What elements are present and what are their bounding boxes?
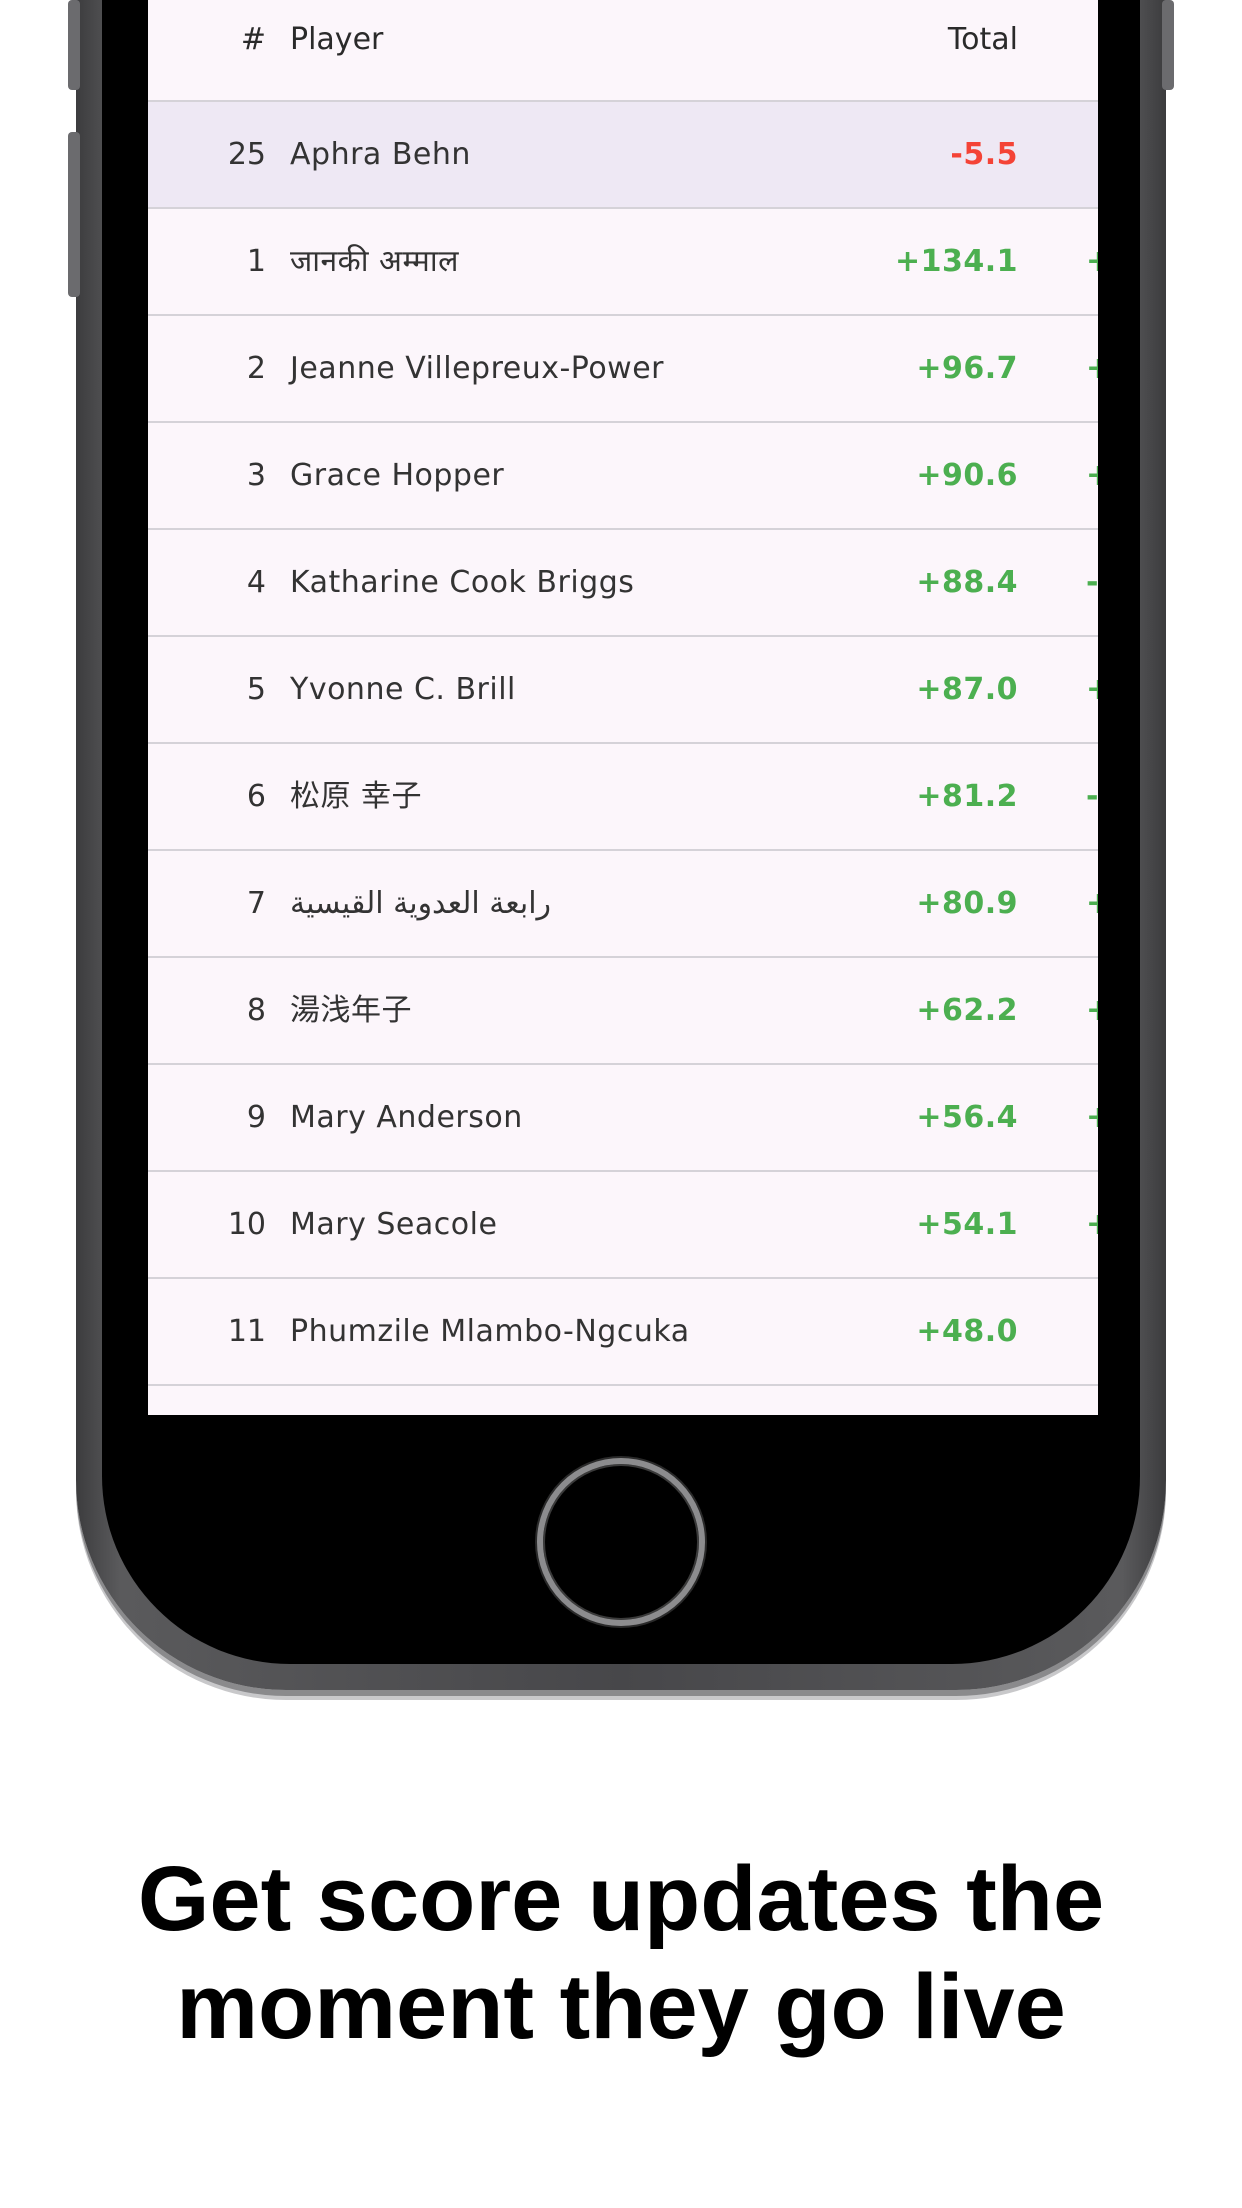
table-row[interactable]: 3 Grace Hopper +90.6 +: [148, 423, 1098, 530]
row-total: +80.9: [916, 886, 1018, 921]
row-next-column-clipped: +: [1086, 670, 1098, 710]
row-total: +54.1: [916, 1207, 1018, 1242]
row-total: +81.2: [916, 779, 1018, 814]
tagline-line-2: moment they go live: [176, 1956, 1066, 2058]
table-header: # Player Total: [148, 0, 1098, 102]
table-row[interactable]: 10 Mary Seacole +54.1 +: [148, 1172, 1098, 1279]
tagline-line-1: Get score updates the: [137, 1848, 1105, 1950]
row-total: +87.0: [916, 672, 1018, 707]
app-screen: # Player Total 25 Aphra Behn -5.5 1 जानकी…: [148, 0, 1098, 1415]
row-rank: 7: [246, 886, 266, 921]
row-player-name: जानकी अम्माल: [290, 244, 459, 279]
row-rank: 2: [246, 351, 266, 386]
table-row[interactable]: 7 رابعة العدوية القيسية +80.9 +: [148, 851, 1098, 958]
volume-up-button: [68, 0, 80, 90]
row-rank: 1: [246, 244, 266, 279]
row-rank: 25: [227, 137, 266, 172]
row-player-name: Katharine Cook Briggs: [290, 565, 635, 600]
row-rank: 6: [246, 779, 266, 814]
row-player-name: Aphra Behn: [290, 137, 471, 172]
power-button: [1162, 0, 1174, 90]
row-total: +48.0: [916, 1314, 1018, 1349]
header-total: Total: [947, 22, 1018, 57]
row-player-name: رابعة العدوية القيسية: [290, 886, 552, 921]
row-total: +88.4: [916, 565, 1018, 600]
row-player-name: Mary Anderson: [290, 1100, 523, 1135]
table-row[interactable]: 11 Phumzile Mlambo-Ngcuka +48.0: [148, 1279, 1098, 1386]
row-rank: 8: [246, 993, 266, 1028]
row-rank: 9: [246, 1100, 266, 1135]
row-next-column-clipped: +: [1086, 991, 1098, 1031]
row-next-column-clipped: +: [1086, 242, 1098, 282]
row-player-name: Yvonne C. Brill: [290, 672, 516, 707]
volume-down-button: [68, 132, 80, 297]
row-player-name: Phumzile Mlambo-Ngcuka: [290, 1314, 690, 1349]
row-next-column-clipped: +: [1086, 349, 1098, 389]
row-rank: 5: [246, 672, 266, 707]
table-row[interactable]: 1 जानकी अम्माल +134.1 +: [148, 209, 1098, 316]
table-row-current-user[interactable]: 25 Aphra Behn -5.5: [148, 102, 1098, 209]
row-player-name: Jeanne Villepreux-Power: [290, 351, 665, 386]
row-total: +56.4: [916, 1100, 1018, 1135]
table-row[interactable]: 8 湯浅年子 +62.2 +: [148, 958, 1098, 1065]
table-row[interactable]: 5 Yvonne C. Brill +87.0 +: [148, 637, 1098, 744]
row-next-column-clipped: +: [1086, 1205, 1098, 1245]
row-next-column-clipped: +: [1086, 884, 1098, 924]
row-total: +62.2: [916, 993, 1018, 1028]
table-row[interactable]: 9 Mary Anderson +56.4 +: [148, 1065, 1098, 1172]
row-player-name: 湯浅年子: [290, 993, 412, 1028]
row-player-name: Grace Hopper: [290, 458, 505, 493]
table-row[interactable]: 6 松原 幸子 +81.2 -: [148, 744, 1098, 851]
row-total: +90.6: [916, 458, 1018, 493]
row-rank: 10: [227, 1207, 266, 1242]
row-rank: 3: [246, 458, 266, 493]
table-row[interactable]: 2 Jeanne Villepreux-Power +96.7 +: [148, 316, 1098, 423]
row-total: +134.1: [894, 244, 1018, 279]
header-rank: #: [240, 22, 266, 57]
row-player-name: 松原 幸子: [290, 779, 423, 814]
row-player-name: Mary Seacole: [290, 1207, 498, 1242]
tagline: Get score updates the moment they go liv…: [0, 1845, 1242, 2061]
row-next-column-clipped: +: [1086, 1098, 1098, 1138]
header-player: Player: [290, 22, 384, 57]
row-next-column-clipped: +: [1086, 456, 1098, 496]
row-rank: 11: [227, 1314, 266, 1349]
row-next-column-clipped: -: [1086, 565, 1098, 600]
row-total: +96.7: [916, 351, 1018, 386]
row-next-column-clipped: -: [1086, 779, 1098, 814]
table-row[interactable]: 4 Katharine Cook Briggs +88.4 -: [148, 530, 1098, 637]
home-button: [537, 1458, 705, 1626]
row-rank: 4: [246, 565, 266, 600]
row-total: -5.5: [950, 137, 1018, 172]
